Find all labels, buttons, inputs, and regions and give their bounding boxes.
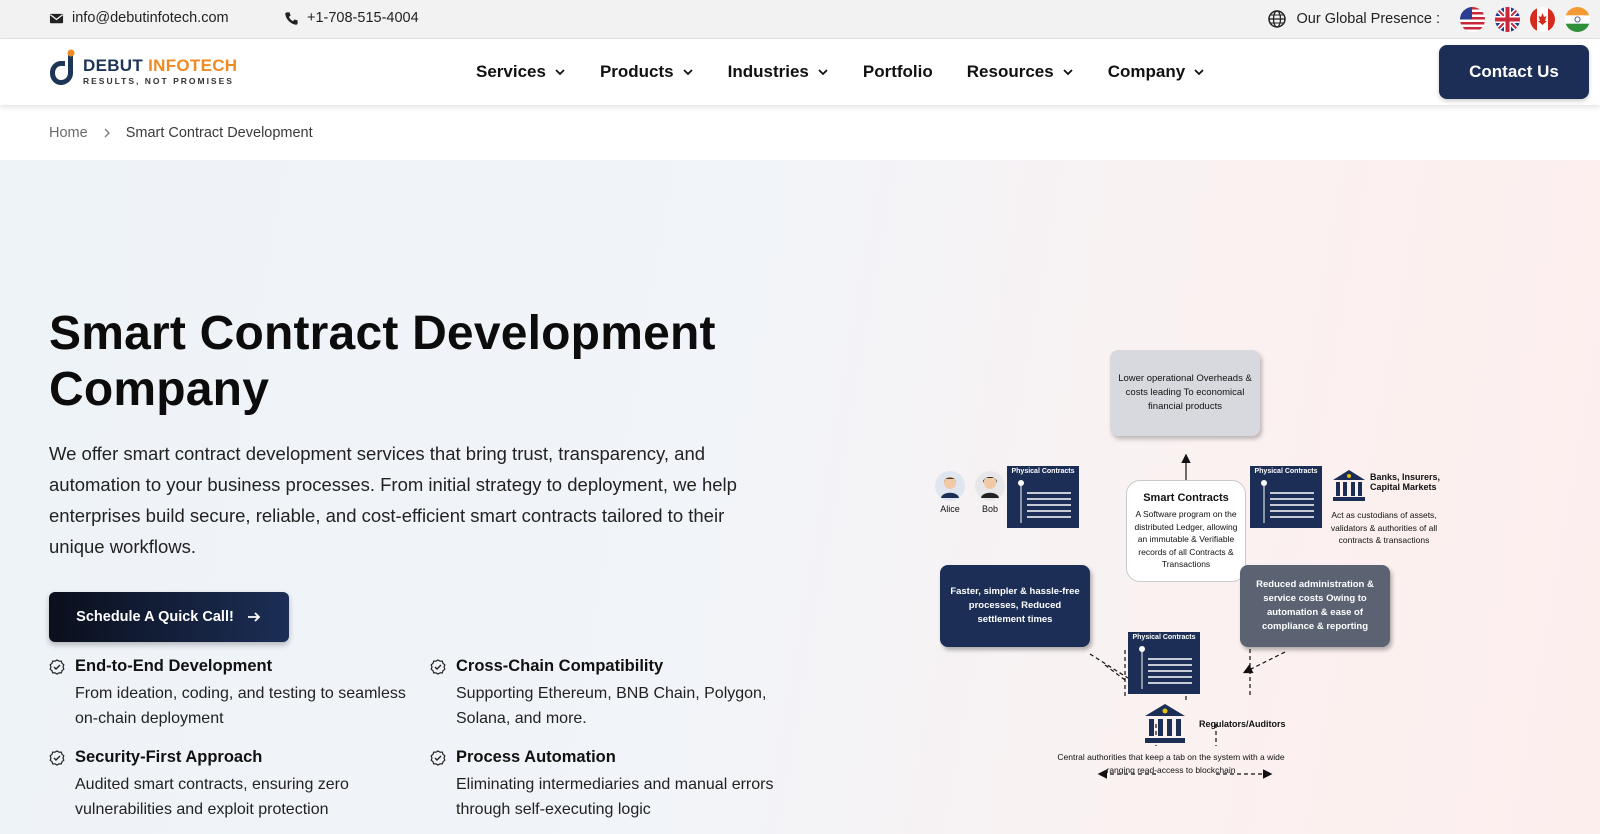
schedule-call-button[interactable]: Schedule A Quick Call! bbox=[49, 592, 289, 642]
company-logo[interactable]: DEBUT INFOTECH RESULTS, NOT PROMISES bbox=[49, 49, 249, 93]
regulators-bank-icon bbox=[1145, 704, 1185, 743]
phone-text: +1-708-515-4004 bbox=[307, 10, 419, 26]
mail-icon bbox=[49, 13, 64, 23]
alice-icon bbox=[935, 471, 965, 501]
smart-contract-diagram: Lower operational Overheads & costs lead… bbox=[935, 350, 1480, 790]
hero-section: Smart Contract Development Company We of… bbox=[0, 160, 1600, 834]
feature-title: Cross-Chain Compatibility bbox=[456, 657, 664, 675]
regulators-title: Regulators/Auditors bbox=[1199, 719, 1286, 729]
chevron-down-icon bbox=[1194, 69, 1204, 76]
chevron-down-icon bbox=[1063, 69, 1073, 76]
breadcrumb-home-link[interactable]: Home bbox=[49, 125, 88, 141]
global-presence: Our Global Presence : bbox=[1267, 4, 1600, 34]
badge-check-icon bbox=[49, 750, 65, 766]
feature-description: Audited smart contracts, ensuring zero v… bbox=[75, 776, 349, 818]
nav-label: Portfolio bbox=[862, 62, 933, 81]
logo-name: DEBUT INFOTECH bbox=[83, 56, 237, 76]
smart-contracts-box: Smart Contracts A Software program on th… bbox=[1126, 480, 1246, 582]
banks-title: Banks, Insurers, Capital Markets bbox=[1370, 472, 1441, 492]
nav-item-services[interactable]: Services bbox=[476, 62, 566, 82]
nav-item-portfolio[interactable]: Portfolio bbox=[863, 62, 933, 82]
nav-label: Products bbox=[599, 62, 674, 81]
email-link[interactable]: info@debutinfotech.com bbox=[49, 10, 229, 26]
main-navbar: DEBUT INFOTECH RESULTS, NOT PROMISES Ser… bbox=[0, 39, 1600, 105]
alice-label: Alice bbox=[940, 504, 960, 514]
breadcrumb-current: Smart Contract Development bbox=[125, 124, 313, 141]
globe-icon bbox=[1267, 10, 1286, 28]
physical-contracts-label: Physical Contracts bbox=[1254, 468, 1318, 475]
canada-flag-icon[interactable] bbox=[1530, 6, 1555, 32]
physical-contracts-label: Physical Contracts bbox=[1132, 634, 1196, 641]
presence-label: Our Global Presence : bbox=[1296, 11, 1440, 27]
arrow-right-icon bbox=[247, 612, 261, 622]
logo-mark-icon bbox=[50, 49, 75, 85]
regulators-description: Central authorities that keep a tab on t… bbox=[1057, 752, 1285, 775]
smart-contracts-text: A Software program on the distributed Le… bbox=[1134, 509, 1238, 569]
top-bar: info@debutinfotech.com +1-708-515-4004 O… bbox=[0, 0, 1600, 39]
document-lines-icon bbox=[1261, 480, 1314, 523]
bank-icon bbox=[1333, 470, 1365, 501]
feature-description: Supporting Ethereum, BNB Chain, Polygon,… bbox=[456, 685, 767, 727]
physical-contracts-card-bottom: Physical Contracts bbox=[1128, 632, 1200, 694]
physical-contracts-card-left: Physical Contracts bbox=[1007, 466, 1079, 528]
hero-description: We offer smart contract development serv… bbox=[49, 443, 737, 557]
smart-contracts-title: Smart Contracts bbox=[1143, 491, 1229, 504]
bob-avatar: Bob bbox=[970, 470, 1010, 514]
uk-flag-icon[interactable] bbox=[1495, 6, 1520, 32]
us-flag-icon[interactable] bbox=[1460, 6, 1485, 32]
alice-avatar: Alice bbox=[930, 470, 970, 514]
badge-check-icon bbox=[430, 750, 446, 766]
chevron-down-icon bbox=[818, 69, 828, 76]
feature-title: Process Automation bbox=[456, 748, 616, 766]
nav-item-industries[interactable]: Industries bbox=[728, 62, 829, 82]
contact-us-button[interactable]: Contact Us bbox=[1439, 45, 1589, 99]
phone-link[interactable]: +1-708-515-4004 bbox=[284, 10, 419, 26]
breadcrumb: Home Smart Contract Development bbox=[0, 105, 1600, 160]
reduced-costs-box: Reduced administration & service costs O… bbox=[1240, 565, 1390, 647]
bob-icon bbox=[975, 471, 1005, 501]
nav-label: Services bbox=[476, 62, 546, 81]
feature-description: From ideation, coding, and testing to se… bbox=[75, 685, 406, 727]
document-lines-icon bbox=[1018, 480, 1071, 523]
nav-menu: Services Products Industries Portfolio R… bbox=[476, 39, 1239, 105]
badge-check-icon bbox=[430, 659, 446, 675]
physical-contracts-card-right: Physical Contracts bbox=[1250, 466, 1322, 528]
feature-description: Eliminating intermediaries and manual er… bbox=[456, 776, 774, 818]
nav-item-company[interactable]: Company bbox=[1108, 62, 1205, 82]
nav-item-products[interactable]: Products bbox=[600, 62, 694, 82]
logo-tagline: RESULTS, NOT PROMISES bbox=[83, 76, 234, 86]
physical-contracts-label: Physical Contracts bbox=[1011, 468, 1075, 475]
faster-processes-box: Faster, simpler & hassle-free processes,… bbox=[940, 565, 1090, 647]
cta-label: Schedule A Quick Call! bbox=[76, 609, 234, 625]
chevron-down-icon bbox=[683, 69, 693, 76]
document-lines-icon bbox=[1139, 646, 1192, 689]
bob-label: Bob bbox=[981, 504, 998, 514]
badge-check-icon bbox=[49, 659, 65, 675]
banks-description: Act as custodians of assets, validators … bbox=[1330, 510, 1438, 545]
feature-title: End-to-End Development bbox=[75, 657, 273, 675]
logo-name-primary: DEBUT bbox=[83, 56, 144, 75]
chevron-right-icon bbox=[104, 128, 110, 137]
nav-item-resources[interactable]: Resources bbox=[967, 62, 1074, 82]
nav-label: Resources bbox=[966, 62, 1054, 81]
chevron-down-icon bbox=[555, 69, 565, 76]
nav-label: Company bbox=[1107, 62, 1186, 81]
feature-title: Security-First Approach bbox=[75, 748, 263, 766]
page-title: Smart Contract Development Company bbox=[49, 307, 716, 416]
logo-name-accent: INFOTECH bbox=[148, 56, 238, 75]
nav-label: Industries bbox=[727, 62, 809, 81]
email-text: info@debutinfotech.com bbox=[72, 10, 229, 26]
india-flag-icon[interactable] bbox=[1565, 6, 1590, 32]
phone-icon bbox=[285, 11, 298, 25]
lower-overheads-box: Lower operational Overheads & costs lead… bbox=[1110, 350, 1260, 436]
